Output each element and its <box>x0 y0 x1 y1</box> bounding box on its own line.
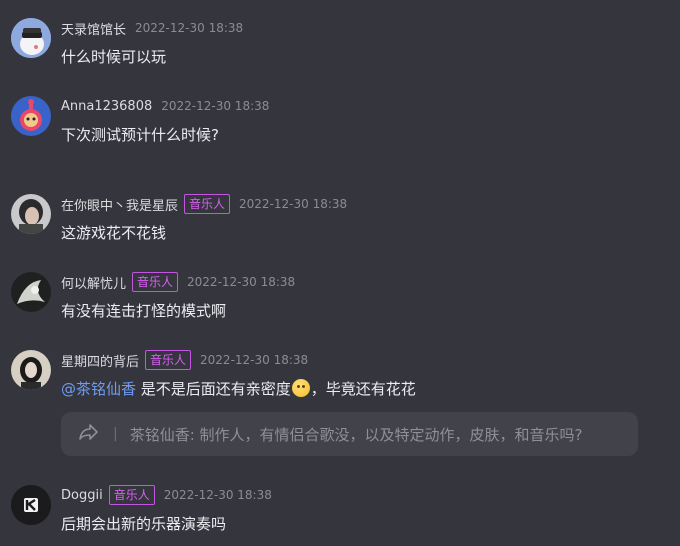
timestamp: 2022-12-30 18:38 <box>200 353 309 367</box>
quoted-message-text: 茶铭仙香: 制作人，有情侣合歌没，以及特定动作，皮肤，和音乐吗? <box>129 425 583 444</box>
timestamp: 2022-12-30 18:38 <box>135 21 244 35</box>
message-text: 后期会出新的乐器演奏吗 <box>61 515 227 533</box>
username[interactable]: 在你眼中丶我是星辰 <box>61 195 178 214</box>
timestamp: 2022-12-30 18:38 <box>239 197 348 211</box>
role-badge: 音乐人 <box>184 194 231 214</box>
message-text: 这游戏花不花钱 <box>61 224 167 242</box>
role-badge: 音乐人 <box>108 485 155 505</box>
avatar[interactable] <box>11 18 51 58</box>
message-text-part: 是不是后面还有亲密度 <box>136 380 291 398</box>
timestamp: 2022-12-30 18:38 <box>163 488 272 502</box>
divider: | <box>113 426 118 442</box>
avatar[interactable] <box>11 485 51 525</box>
username[interactable]: Anna1236808 <box>61 99 152 114</box>
message-text-part: ，毕竟还有花花 <box>310 380 416 398</box>
k-logo-icon <box>11 485 51 525</box>
role-badge: 音乐人 <box>145 350 192 370</box>
avatar[interactable] <box>11 272 51 312</box>
avatar[interactable] <box>11 350 51 390</box>
avatar[interactable] <box>11 194 51 234</box>
username[interactable]: Doggii <box>61 488 103 503</box>
message-text: 有没有连击打怪的模式啊 <box>61 302 227 320</box>
message-text: 什么时候可以玩 <box>61 48 167 66</box>
avatar[interactable] <box>11 96 51 136</box>
message-text: 下次测试预计什么时候? <box>61 126 219 144</box>
username[interactable]: 何以解忧儿 <box>61 273 126 292</box>
username[interactable]: 星期四的背后 <box>61 351 139 370</box>
timestamp: 2022-12-30 18:38 <box>187 275 296 289</box>
thinking-face-emoji <box>291 379 310 397</box>
message-text: @茶铭仙香 是不是后面还有亲密度 ，毕竟还有花花 <box>61 378 416 400</box>
timestamp: 2022-12-30 18:38 <box>161 99 270 113</box>
reply-quote[interactable]: | 茶铭仙香: 制作人，有情侣合歌没，以及特定动作，皮肤，和音乐吗? <box>61 412 638 456</box>
reply-arrow-icon <box>79 423 99 445</box>
role-badge: 音乐人 <box>132 272 179 292</box>
username[interactable]: 天录馆馆长 <box>61 19 126 38</box>
mention-link[interactable]: @茶铭仙香 <box>61 380 136 398</box>
